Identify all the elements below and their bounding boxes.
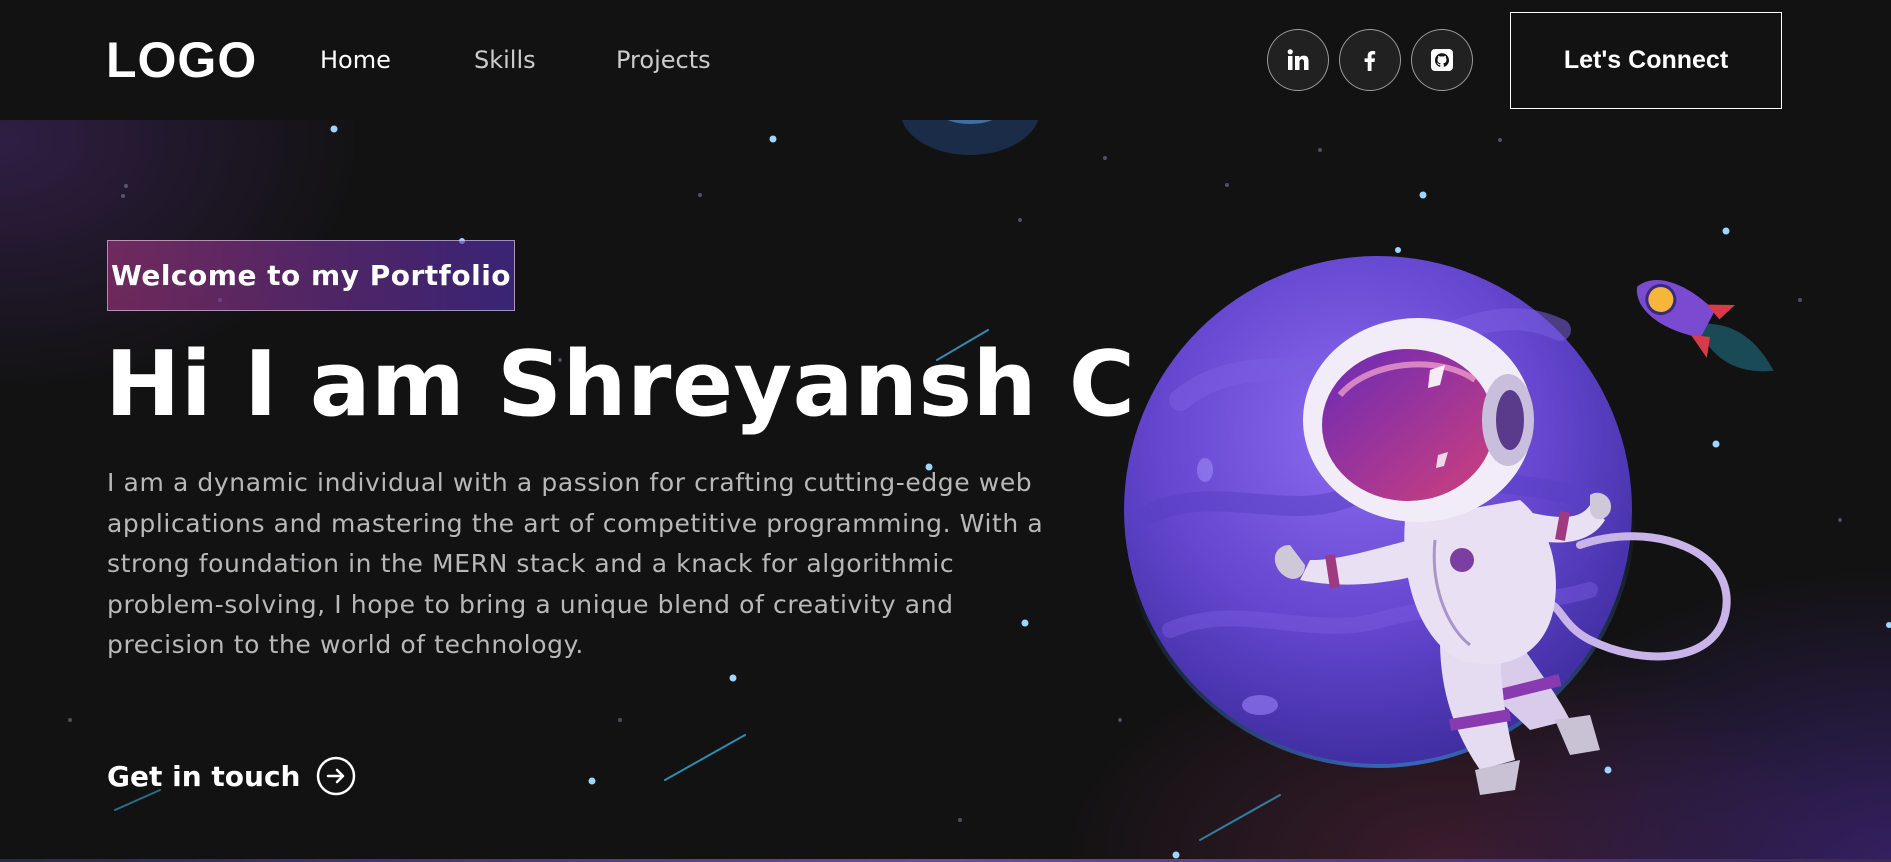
- hero-title: Hi I am Shreyansh C: [105, 332, 1136, 437]
- nav-link-projects[interactable]: Projects: [616, 44, 711, 76]
- lets-connect-button[interactable]: Let's Connect: [1510, 12, 1782, 109]
- portfolio-page: LOGO Home Skills Projects Let's Connect …: [0, 0, 1891, 862]
- linkedin-button[interactable]: [1267, 29, 1329, 91]
- facebook-icon: [1364, 51, 1376, 71]
- github-icon: [1431, 49, 1453, 71]
- facebook-button[interactable]: [1339, 29, 1401, 91]
- astronaut-planet-illustration: [1120, 252, 1774, 795]
- arrow-right-circle-icon: [317, 756, 356, 796]
- linkedin-icon: [1287, 49, 1309, 70]
- github-button[interactable]: [1411, 29, 1473, 91]
- nav-link-skills[interactable]: Skills: [474, 44, 536, 76]
- logo[interactable]: LOGO: [106, 30, 257, 90]
- get-in-touch-label: Get in touch: [107, 759, 301, 793]
- hero-description: I am a dynamic individual with a passion…: [107, 468, 1044, 659]
- welcome-tagline: Welcome to my Portfolio: [107, 240, 515, 311]
- nav-link-home[interactable]: Home: [320, 44, 391, 76]
- rocket: [1637, 280, 1774, 372]
- navbar: LOGO Home Skills Projects Let's Connect: [0, 0, 1891, 120]
- get-in-touch-button[interactable]: Get in touch: [107, 754, 356, 798]
